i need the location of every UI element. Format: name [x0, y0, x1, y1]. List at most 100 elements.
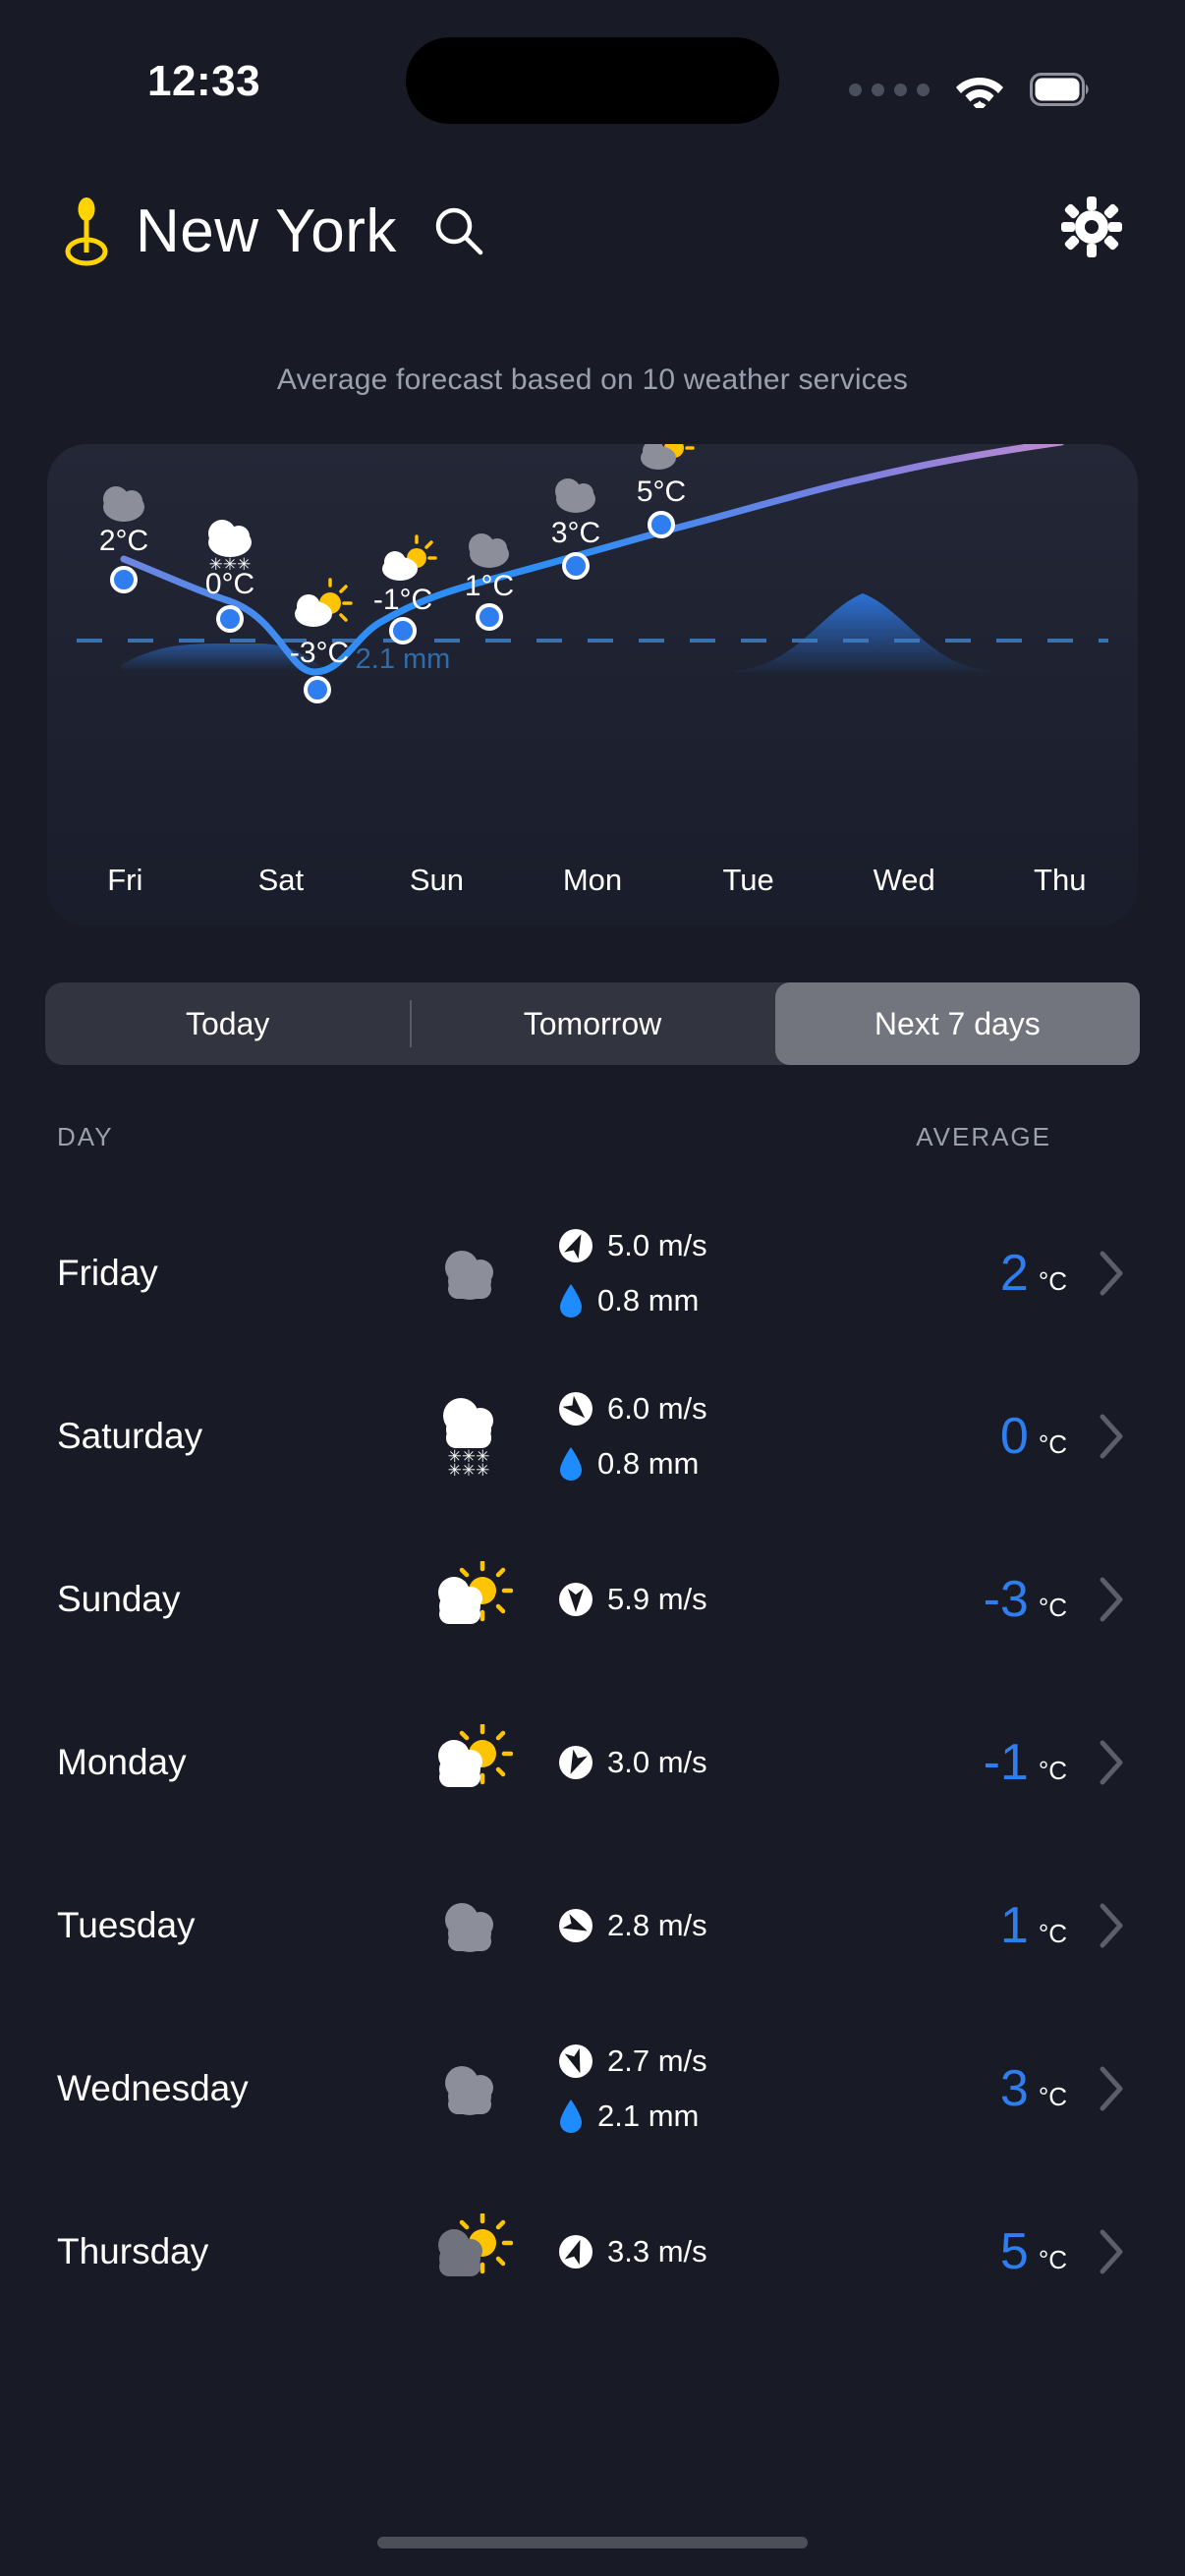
- row-weather-icon: [401, 1240, 538, 1307]
- chart-icon-thu: [641, 444, 695, 470]
- chart-label-sat: 0°C: [205, 568, 254, 600]
- row-chevron[interactable]: [1067, 1574, 1128, 1625]
- row-weather-icon: [401, 1892, 538, 1959]
- row-precip: 2.1 mm: [558, 2094, 880, 2139]
- row-chevron[interactable]: [1067, 1248, 1128, 1299]
- row-day-label: Tuesday: [57, 1905, 196, 1945]
- row-chevron[interactable]: [1067, 1411, 1128, 1462]
- status-bar-indicators: [849, 71, 1091, 108]
- temp-value: -1: [983, 1734, 1029, 1791]
- row-weather-icon: ✳✳✳ ✳✳✳: [401, 1394, 538, 1479]
- chart-axis-day: Mon: [562, 863, 623, 897]
- row-temperature: -3 °C: [880, 1570, 1067, 1629]
- row-day-label: Saturday: [57, 1416, 203, 1456]
- temp-unit: °C: [1038, 1593, 1067, 1622]
- search-icon[interactable]: [430, 202, 487, 259]
- row-precip: 0.8 mm: [558, 1441, 880, 1486]
- row-day-label: Wednesday: [57, 2068, 249, 2108]
- row-weather-icon: [401, 2055, 538, 2122]
- chart-icon-sat: ✳✳✳: [208, 520, 252, 574]
- row-wind: 2.7 m/s: [558, 2039, 880, 2084]
- partly-sunny-icon: [438, 2213, 513, 2276]
- chevron-right-icon: [1100, 1414, 1123, 1459]
- forecast-list: Friday 5.0 m/s 0.8 mm 2 °C Saturday ✳✳✳ …: [0, 1192, 1185, 2333]
- water-drop-icon: [560, 1284, 582, 1317]
- chart-axis-day: Tue: [722, 863, 774, 897]
- precip-value: 2.1 mm: [597, 2099, 700, 2133]
- row-chevron[interactable]: [1067, 1900, 1128, 1951]
- row-wind: 3.0 m/s: [558, 1740, 880, 1785]
- temp-value: 3: [999, 2060, 1029, 2117]
- home-indicator: [377, 2537, 808, 2548]
- temp-unit: °C: [1038, 1429, 1067, 1459]
- chart-axis-day: Sun: [409, 863, 465, 897]
- tab-tomorrow[interactable]: Tomorrow: [410, 982, 774, 1065]
- page-title: New York: [136, 196, 397, 265]
- status-bar: 12:33: [0, 0, 1185, 167]
- row-temperature: -1 °C: [880, 1733, 1067, 1792]
- gear-icon[interactable]: [1061, 196, 1122, 257]
- partly-sunny-icon: [438, 1561, 513, 1624]
- column-header-day: DAY: [57, 1122, 114, 1151]
- table-row[interactable]: Wednesday 2.7 m/s 2.1 mm 3 °C: [0, 2007, 1185, 2170]
- tab-today[interactable]: Today: [45, 982, 410, 1065]
- temp-value: 0: [999, 1408, 1029, 1465]
- chart-axis-day: Wed: [873, 863, 935, 897]
- chart-icon-wed: [555, 478, 595, 513]
- row-day-label: Thursday: [57, 2231, 209, 2271]
- chart-label-wed: 3°C: [551, 517, 600, 549]
- chart-axis-day: Thu: [1034, 863, 1087, 897]
- cellular-dots-icon: [849, 83, 930, 96]
- row-wind: 3.3 m/s: [558, 2229, 880, 2274]
- chart-icon-sun: [295, 578, 353, 627]
- cloud-icon: [445, 2066, 493, 2115]
- wind-value: 2.7 m/s: [607, 2044, 707, 2078]
- chart-annotations: 2°C ✳✳✳ 0°C -3°C 2.1 mm -1°C 1°C 3°C 5°C: [99, 444, 695, 703]
- chart-day-axis: Fri Sat Sun Mon Tue Wed Thu: [47, 863, 1138, 898]
- row-weather-icon: [401, 1724, 538, 1801]
- temperature-chart-card[interactable]: 2°C ✳✳✳ 0°C -3°C 2.1 mm -1°C 1°C 3°C 5°C…: [47, 444, 1138, 925]
- svg-text:✳✳✳: ✳✳✳: [448, 1461, 490, 1479]
- row-metrics: 6.0 m/s 0.8 mm: [538, 1386, 880, 1486]
- wind-value: 2.8 m/s: [607, 1908, 707, 1942]
- forecast-source-note: Average forecast based on 10 weather ser…: [276, 364, 909, 396]
- chart-label-sun: -3°C: [290, 637, 349, 669]
- table-row[interactable]: Tuesday 2.8 m/s 1 °C: [0, 1844, 1185, 2007]
- table-row[interactable]: Friday 5.0 m/s 0.8 mm 2 °C: [0, 1192, 1185, 1355]
- row-weather-icon: [401, 1561, 538, 1638]
- tab-next-7-days[interactable]: Next 7 days: [774, 982, 1140, 1065]
- cloud-icon: [445, 1251, 493, 1300]
- row-temperature: 3 °C: [880, 2059, 1067, 2118]
- row-chevron[interactable]: [1067, 2226, 1128, 2277]
- table-row[interactable]: Saturday ✳✳✳ ✳✳✳ 6.0 m/s 0.8 mm 0 °C: [0, 1355, 1185, 1518]
- row-metrics: 3.0 m/s: [538, 1740, 880, 1785]
- chart-label-tue: 1°C: [465, 570, 514, 602]
- row-chevron[interactable]: [1067, 2063, 1128, 2114]
- chevron-right-icon: [1100, 2066, 1123, 2111]
- row-day-label: Friday: [57, 1253, 158, 1293]
- chevron-right-icon: [1100, 1903, 1123, 1948]
- row-wind: 2.8 m/s: [558, 1903, 880, 1948]
- temp-value: 5: [999, 2223, 1029, 2280]
- chart-label-thu: 5°C: [637, 476, 686, 508]
- cloud-icon: [445, 1903, 493, 1952]
- temp-unit: °C: [1038, 2082, 1067, 2111]
- wind-direction-icon: [559, 2235, 592, 2268]
- chart-axis-day: Sat: [257, 863, 305, 897]
- row-chevron[interactable]: [1067, 1737, 1128, 1788]
- row-day-label: Monday: [57, 1742, 187, 1782]
- table-row[interactable]: Thursday 3.3 m/s 5 °C: [0, 2170, 1185, 2333]
- temp-unit: °C: [1038, 1756, 1067, 1785]
- chevron-right-icon: [1100, 1740, 1123, 1785]
- table-row[interactable]: Sunday 5.9 m/s -3 °C: [0, 1518, 1185, 1681]
- wind-direction-icon: [559, 1746, 592, 1779]
- table-row[interactable]: Monday 3.0 m/s -1 °C: [0, 1681, 1185, 1844]
- wind-direction-icon: [559, 1229, 592, 1262]
- chart-label-mon: -1°C: [373, 584, 432, 616]
- snow-cloud-icon: ✳✳✳ ✳✳✳: [443, 1398, 493, 1479]
- precip-value: 0.8 mm: [597, 1283, 700, 1317]
- temp-unit: °C: [1038, 1919, 1067, 1948]
- chart-precip-label: 2.1 mm: [356, 644, 451, 675]
- chart-axis-day: Fri: [107, 863, 143, 897]
- chart-icon-fri: [103, 486, 144, 522]
